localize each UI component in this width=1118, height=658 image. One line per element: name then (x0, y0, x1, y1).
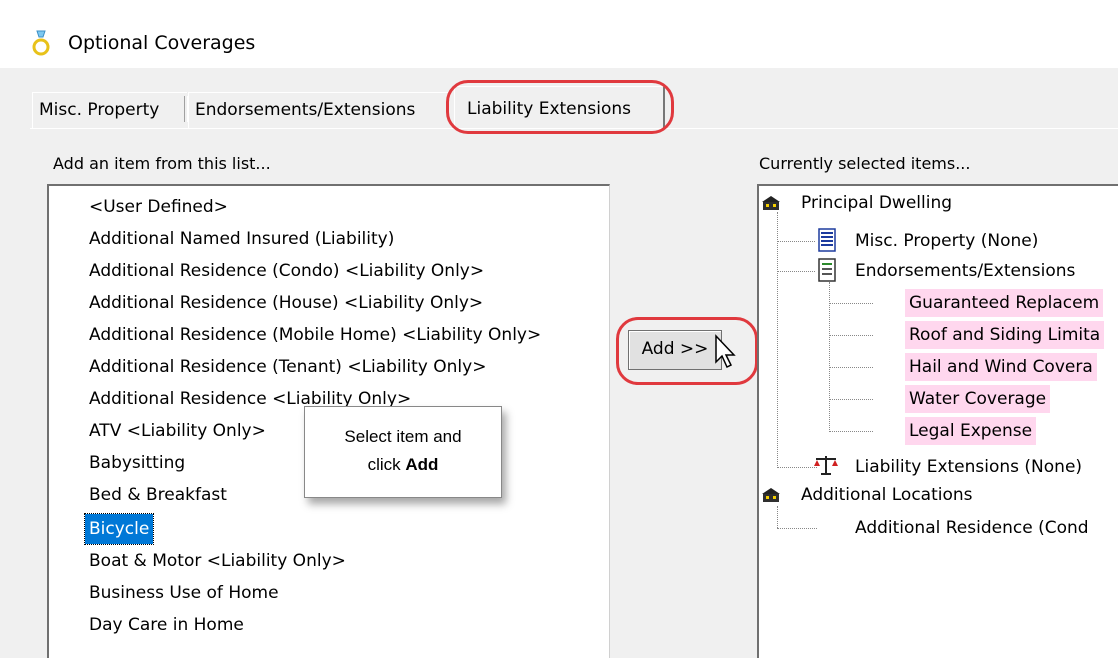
tree-line (829, 367, 873, 368)
tree-line (829, 335, 873, 336)
callout-tooltip: Select item and click Add (304, 406, 502, 498)
tree-line (777, 271, 815, 272)
list-item-selected[interactable]: Bicycle (83, 513, 155, 545)
tree-node-liability-extensions[interactable]: Liability Extensions (None) (855, 453, 1082, 481)
list-item[interactable]: Additional Residence (Condo) <Liability … (89, 256, 484, 286)
list-item[interactable]: Business Use of Home (89, 578, 279, 608)
list-item[interactable]: Additional Named Insured (Liability) (89, 224, 394, 254)
tab-misc-property[interactable]: Misc. Property (32, 92, 187, 129)
tooltip-text: click (367, 455, 406, 474)
tooltip-line-2: click Add (305, 455, 501, 475)
tree-line (777, 506, 778, 528)
list-item[interactable]: Additional Residence (Mobile Home) <Liab… (89, 320, 541, 350)
list-item[interactable]: <User Defined> (89, 192, 228, 222)
list-heading: Add an item from this list... (53, 154, 271, 173)
list-item[interactable]: Babysitting (89, 448, 185, 478)
tree-node-endorsement-item[interactable]: Legal Expense (905, 417, 1037, 445)
tree-node-additional-locations[interactable]: Additional Locations (801, 481, 973, 509)
highlight-ring-tab (446, 80, 674, 134)
selected-items-tree[interactable]: Principal Dwelling Misc. Property (None)… (757, 184, 1118, 658)
list-item[interactable]: Additional Residence (House) <Liability … (89, 288, 483, 318)
list-item[interactable]: Day Care in Home (89, 610, 244, 640)
tree-node-endorsement-item[interactable]: Water Coverage (905, 385, 1051, 413)
tree-node-principal-dwelling[interactable]: Principal Dwelling (801, 189, 952, 217)
tree-line (829, 431, 873, 432)
tree-line (829, 303, 873, 304)
house-icon (762, 196, 780, 210)
tree-node-endorsements[interactable]: Endorsements/Extensions (855, 257, 1075, 285)
tooltip-line-1: Select item and (344, 427, 462, 446)
tab-endorsements-extensions[interactable]: Endorsements/Extensions (188, 92, 449, 129)
tree-node-endorsement-item[interactable]: Guaranteed Replacem (905, 289, 1104, 317)
tree-node-endorsement-item[interactable]: Hail and Wind Covera (905, 353, 1097, 381)
document-icon (818, 228, 836, 252)
list-item[interactable]: Boat & Motor <Liability Only> (89, 546, 346, 576)
list-item[interactable]: Bed & Breakfast (89, 480, 227, 510)
tree-line (777, 241, 815, 242)
list-item[interactable]: ATV <Liability Only> (89, 416, 266, 446)
tooltip-bold-text: Add (405, 455, 439, 474)
tree-node-misc-property[interactable]: Misc. Property (None) (855, 227, 1038, 255)
tree-line (829, 282, 830, 432)
tree-line (829, 399, 873, 400)
window-title: Optional Coverages (68, 32, 256, 54)
highlight-ring-add (616, 317, 758, 385)
house-icon (762, 488, 780, 502)
form-document-icon (818, 258, 836, 282)
tree-node-additional-residence[interactable]: Additional Residence (Cond (855, 514, 1089, 542)
tree-line (777, 467, 817, 468)
list-item[interactable]: Additional Residence (Tenant) <Liability… (89, 352, 486, 382)
title-bar: Optional Coverages (0, 6, 1118, 68)
tree-line (777, 212, 778, 468)
tree-line (777, 528, 817, 529)
ring-icon (32, 30, 50, 56)
scales-icon (814, 456, 838, 475)
selected-heading: Currently selected items... (759, 154, 971, 173)
tree-node-endorsement-item[interactable]: Roof and Siding Limita (905, 321, 1105, 349)
